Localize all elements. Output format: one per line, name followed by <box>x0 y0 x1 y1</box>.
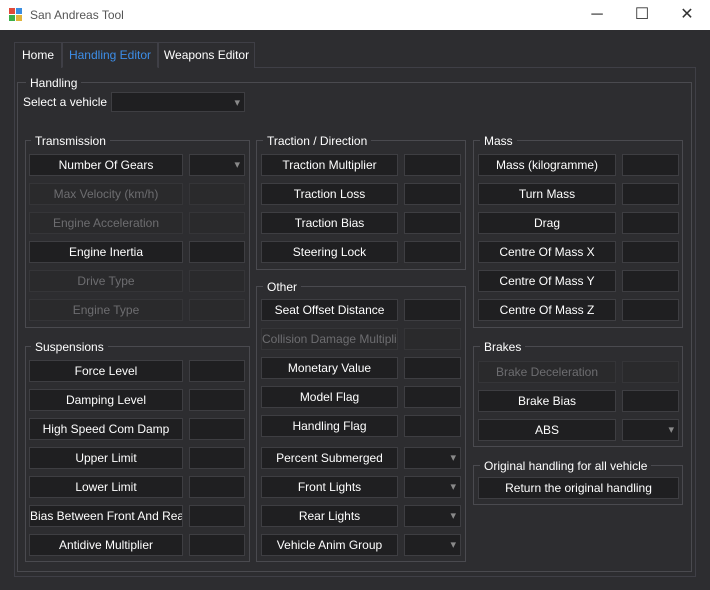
drive-type-input[interactable] <box>189 270 245 292</box>
drag-input[interactable] <box>622 212 679 234</box>
centre-of-mass-x-input[interactable] <box>622 241 679 263</box>
tab-home[interactable]: Home <box>14 42 62 68</box>
monetary-value-input[interactable] <box>404 357 461 379</box>
seat-offset-distance-button[interactable]: Seat Offset Distance <box>261 299 398 321</box>
other-group-label: Other <box>263 280 302 294</box>
rear-lights-combo[interactable] <box>404 505 461 527</box>
turn-mass-button[interactable]: Turn Mass <box>478 183 616 205</box>
engine-inertia-button[interactable]: Engine Inertia <box>29 241 183 263</box>
brakes-group-label: Brakes <box>480 340 526 354</box>
lower-limit-input[interactable] <box>189 476 245 498</box>
bias-front-rear-button[interactable]: Bias Between Front And Rear <box>29 505 183 527</box>
traction-group-label: Traction / Direction <box>263 134 372 148</box>
drag-button[interactable]: Drag <box>478 212 616 234</box>
tab-handling-editor[interactable]: Handling Editor <box>62 42 158 68</box>
traction-loss-input[interactable] <box>404 183 461 205</box>
handling-group-label: Handling <box>26 76 82 90</box>
damping-level-button[interactable]: Damping Level <box>29 389 183 411</box>
turn-mass-input[interactable] <box>622 183 679 205</box>
centre-of-mass-x-button[interactable]: Centre Of Mass X <box>478 241 616 263</box>
engine-acceleration-button[interactable]: Engine Acceleration <box>29 212 183 234</box>
return-original-handling-button[interactable]: Return the original handling <box>478 477 679 499</box>
select-vehicle-label: Select a vehicle : <box>23 95 114 109</box>
rear-lights-button[interactable]: Rear Lights <box>261 505 398 527</box>
engine-type-button[interactable]: Engine Type <box>29 299 183 321</box>
select-vehicle-combo[interactable] <box>111 92 245 112</box>
mass-kilogramme-button[interactable]: Mass (kilogramme) <box>478 154 616 176</box>
force-level-button[interactable]: Force Level <box>29 360 183 382</box>
antidive-multiplier-button[interactable]: Antidive Multiplier <box>29 534 183 556</box>
steering-lock-button[interactable]: Steering Lock <box>261 241 398 263</box>
lower-limit-button[interactable]: Lower Limit <box>29 476 183 498</box>
handling-flag-input[interactable] <box>404 415 461 437</box>
seat-offset-distance-input[interactable] <box>404 299 461 321</box>
centre-of-mass-y-input[interactable] <box>622 270 679 292</box>
transmission-group-label: Transmission <box>31 134 110 148</box>
brake-deceleration-input[interactable] <box>622 361 679 383</box>
brake-bias-input[interactable] <box>622 390 679 412</box>
monetary-value-button[interactable]: Monetary Value <box>261 357 398 379</box>
number-of-gears-button[interactable]: Number Of Gears <box>29 154 183 176</box>
vehicle-anim-group-button[interactable]: Vehicle Anim Group <box>261 534 398 556</box>
max-velocity-button[interactable]: Max Velocity (km/h) <box>29 183 183 205</box>
front-lights-button[interactable]: Front Lights <box>261 476 398 498</box>
app-icon <box>9 8 23 22</box>
tab-weapons-editor[interactable]: Weapons Editor <box>158 42 255 68</box>
traction-multiplier-input[interactable] <box>404 154 461 176</box>
upper-limit-button[interactable]: Upper Limit <box>29 447 183 469</box>
abs-button[interactable]: ABS <box>478 419 616 441</box>
antidive-multiplier-input[interactable] <box>189 534 245 556</box>
upper-limit-input[interactable] <box>189 447 245 469</box>
damping-level-input[interactable] <box>189 389 245 411</box>
engine-type-input[interactable] <box>189 299 245 321</box>
traction-loss-button[interactable]: Traction Loss <box>261 183 398 205</box>
steering-lock-input[interactable] <box>404 241 461 263</box>
high-speed-com-damp-button[interactable]: High Speed Com Damp <box>29 418 183 440</box>
handling-flag-button[interactable]: Handling Flag <box>261 415 398 437</box>
mass-group-label: Mass <box>480 134 517 148</box>
window-title: San Andreas Tool <box>30 8 124 22</box>
front-lights-combo[interactable] <box>404 476 461 498</box>
percent-submerged-combo[interactable] <box>404 447 461 469</box>
traction-multiplier-button[interactable]: Traction Multiplier <box>261 154 398 176</box>
engine-inertia-input[interactable] <box>189 241 245 263</box>
minimize-button[interactable]: ─ <box>574 0 620 30</box>
model-flag-button[interactable]: Model Flag <box>261 386 398 408</box>
abs-combo[interactable] <box>622 419 679 441</box>
model-flag-input[interactable] <box>404 386 461 408</box>
traction-bias-input[interactable] <box>404 212 461 234</box>
collision-damage-multiplier-button[interactable]: Collision Damage Multiplier <box>261 328 398 350</box>
mass-kilogramme-input[interactable] <box>622 154 679 176</box>
vehicle-anim-group-combo[interactable] <box>404 534 461 556</box>
centre-of-mass-z-button[interactable]: Centre Of Mass Z <box>478 299 616 321</box>
drive-type-button[interactable]: Drive Type <box>29 270 183 292</box>
number-of-gears-combo[interactable] <box>189 154 245 176</box>
collision-damage-multiplier-input[interactable] <box>404 328 461 350</box>
maximize-button[interactable]: ☐ <box>619 0 665 30</box>
traction-bias-button[interactable]: Traction Bias <box>261 212 398 234</box>
centre-of-mass-y-button[interactable]: Centre Of Mass Y <box>478 270 616 292</box>
max-velocity-input[interactable] <box>189 183 245 205</box>
close-button[interactable]: ✕ <box>664 0 710 30</box>
bias-front-rear-input[interactable] <box>189 505 245 527</box>
force-level-input[interactable] <box>189 360 245 382</box>
suspensions-group-label: Suspensions <box>31 340 108 354</box>
brake-deceleration-button[interactable]: Brake Deceleration <box>478 361 616 383</box>
centre-of-mass-z-input[interactable] <box>622 299 679 321</box>
high-speed-com-damp-input[interactable] <box>189 418 245 440</box>
engine-acceleration-input[interactable] <box>189 212 245 234</box>
percent-submerged-button[interactable]: Percent Submerged <box>261 447 398 469</box>
brake-bias-button[interactable]: Brake Bias <box>478 390 616 412</box>
original-handling-group-label: Original handling for all vehicle <box>480 459 652 473</box>
